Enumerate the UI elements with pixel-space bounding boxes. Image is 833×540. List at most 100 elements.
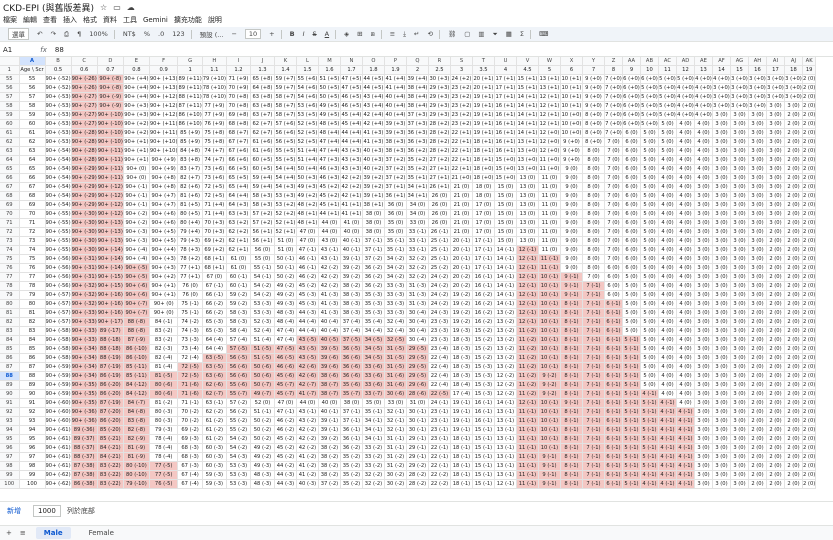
table-cell[interactable]: 4 (0) — [658, 290, 677, 301]
table-cell[interactable]: 69 (-3) — [177, 434, 203, 445]
table-cell[interactable]: 82 (-9) — [123, 434, 150, 445]
table-cell[interactable]: 5 (-1) — [622, 434, 641, 445]
table-cell[interactable]: 68 (+7) — [226, 128, 251, 139]
table-cell[interactable]: 50 (-6) — [250, 371, 275, 382]
table-cell[interactable]: 6 (-1) — [604, 434, 623, 445]
table-cell[interactable]: 4 (+0) — [694, 74, 713, 85]
table-cell[interactable]: 3 (0) — [730, 407, 749, 418]
table-cell[interactable]: 2 (0) — [784, 290, 803, 301]
table-cell[interactable]: 10 (-1) — [538, 416, 561, 427]
table-cell[interactable]: 3 (0) — [730, 353, 749, 364]
table-cell[interactable]: 78 (-4) — [149, 443, 179, 454]
table-cell[interactable]: 90+ (-55) — [45, 245, 72, 256]
table-cell[interactable]: 22 (+1) — [450, 164, 473, 175]
header-cell[interactable]: 6 — [560, 65, 583, 76]
table-cell[interactable]: 4 (-1) — [676, 470, 695, 481]
table-cell[interactable]: 2 (0) — [766, 362, 785, 373]
age-cell[interactable]: 80 — [19, 299, 46, 310]
table-cell[interactable]: 86 (-19) — [97, 371, 124, 382]
table-cell[interactable]: 66 (-1) — [202, 290, 227, 301]
table-cell[interactable]: 2 (0) — [748, 380, 767, 391]
row-header[interactable]: 71 — [0, 218, 20, 229]
table-cell[interactable]: 87 (-20) — [97, 407, 124, 418]
table-cell[interactable]: 7 (+0) — [604, 119, 623, 130]
table-cell[interactable]: 3 (0) — [694, 227, 713, 238]
table-cell[interactable]: 33 (-2) — [362, 443, 385, 454]
table-cell[interactable]: 38 (+3) — [384, 146, 407, 157]
table-cell[interactable]: 3 (0) — [730, 317, 749, 328]
table-cell[interactable]: 3 (0) — [712, 209, 731, 220]
table-cell[interactable]: 2 (0) — [802, 299, 817, 310]
table-cell[interactable]: 71 (-1) — [177, 398, 203, 409]
table-cell[interactable]: 29 (-1) — [406, 452, 429, 463]
minus-icon[interactable]: − — [231, 30, 236, 38]
header-cell[interactable]: 4.5 — [516, 65, 539, 76]
table-cell[interactable]: 4 (0) — [658, 335, 677, 346]
table-cell[interactable]: 39 (+4) — [406, 74, 429, 85]
table-cell[interactable]: 90+ (-55) — [45, 218, 72, 229]
table-cell[interactable]: 90+ (-4) — [123, 254, 150, 265]
table-cell[interactable]: 39 (+3) — [384, 128, 407, 139]
table-cell[interactable]: 37 (-1) — [340, 407, 363, 418]
header-cell[interactable]: 0.8 — [123, 65, 150, 76]
table-cell[interactable]: 2 (0) — [802, 137, 817, 148]
table-cell[interactable]: 7 (-1) — [582, 290, 605, 301]
column-header[interactable]: AI — [766, 57, 785, 67]
table-cell[interactable]: 3 (0) — [712, 362, 731, 373]
table-cell[interactable]: 5 (+0) — [658, 101, 677, 112]
table-cell[interactable]: 4 (0) — [658, 389, 677, 400]
row-header[interactable]: 63 — [0, 146, 20, 157]
column-header[interactable]: AF — [712, 57, 731, 67]
table-cell[interactable]: 23 (+2) — [450, 101, 473, 112]
table-cell[interactable]: 35 (-3) — [362, 308, 385, 319]
table-cell[interactable]: 35 (-7) — [340, 389, 363, 400]
header-cell[interactable]: Age \ Scr — [19, 65, 46, 76]
table-cell[interactable]: 84 (-1) — [149, 317, 179, 328]
table-cell[interactable]: 45 (+1) — [318, 200, 341, 211]
table-cell[interactable]: 6 (0) — [622, 137, 641, 148]
table-cell[interactable]: 15 (-1) — [472, 479, 495, 490]
table-cell[interactable]: 83 (-22) — [97, 461, 124, 472]
table-cell[interactable]: 75 (-1) — [177, 308, 203, 319]
table-cell[interactable]: 24 (-3) — [428, 308, 451, 319]
table-cell[interactable]: 65 (-3) — [202, 326, 227, 337]
age-cell[interactable]: 100 — [19, 479, 46, 490]
table-cell[interactable]: 84 (-21) — [97, 443, 124, 454]
table-cell[interactable]: 35 (0) — [384, 218, 407, 229]
table-cell[interactable]: 4 (+0) — [694, 101, 713, 112]
table-cell[interactable]: 90+ (-10) — [97, 137, 124, 148]
table-cell[interactable]: 49 (+5) — [318, 101, 341, 112]
table-cell[interactable]: 11 (-2) — [516, 344, 539, 355]
table-cell[interactable]: 3 (0) — [766, 209, 785, 220]
table-cell[interactable]: 7 (-1) — [582, 443, 605, 454]
column-header[interactable]: S — [450, 57, 473, 67]
table-cell[interactable]: 85 (+9) — [177, 128, 203, 139]
table-cell[interactable]: 8 (+0) — [582, 128, 605, 139]
table-cell[interactable]: 3 (0) — [730, 479, 749, 490]
table-cell[interactable]: 40 (-1) — [340, 245, 363, 256]
table-cell[interactable]: 42 (+1) — [340, 191, 363, 202]
table-cell[interactable]: 3 (0) — [694, 263, 713, 274]
column-header[interactable]: J — [250, 57, 275, 67]
paint-format-icon[interactable]: ¶ — [77, 30, 81, 38]
table-cell[interactable]: 42 (+2) — [340, 173, 363, 184]
table-cell[interactable]: 3 (0) — [712, 236, 731, 247]
table-cell[interactable]: 23 (-1) — [428, 425, 451, 436]
table-cell[interactable]: 24 (-1) — [428, 398, 451, 409]
table-cell[interactable]: 61 (-2) — [202, 416, 227, 427]
table-cell[interactable]: 40 (-4) — [318, 326, 341, 337]
table-cell[interactable]: 11 (-2) — [516, 335, 539, 346]
table-cell[interactable]: 2 (0) — [748, 425, 767, 436]
table-cell[interactable]: 62 (+2) — [226, 227, 251, 238]
table-cell[interactable]: 2 (0) — [748, 479, 767, 490]
table-cell[interactable]: 83 (+8) — [177, 155, 203, 166]
table-cell[interactable]: 12 (+0) — [538, 146, 561, 157]
table-cell[interactable]: 90+ (-14) — [97, 263, 124, 274]
age-cell[interactable]: 71 — [19, 218, 46, 229]
table-cell[interactable]: 56 (0) — [250, 245, 275, 256]
table-cell[interactable]: 4 (0) — [676, 182, 695, 193]
table-cell[interactable]: 4 (0) — [676, 272, 695, 283]
table-cell[interactable]: 42 (+4) — [362, 119, 385, 130]
table-cell[interactable]: 70 (+3) — [202, 218, 227, 229]
table-cell[interactable]: 10 (-1) — [538, 434, 561, 445]
